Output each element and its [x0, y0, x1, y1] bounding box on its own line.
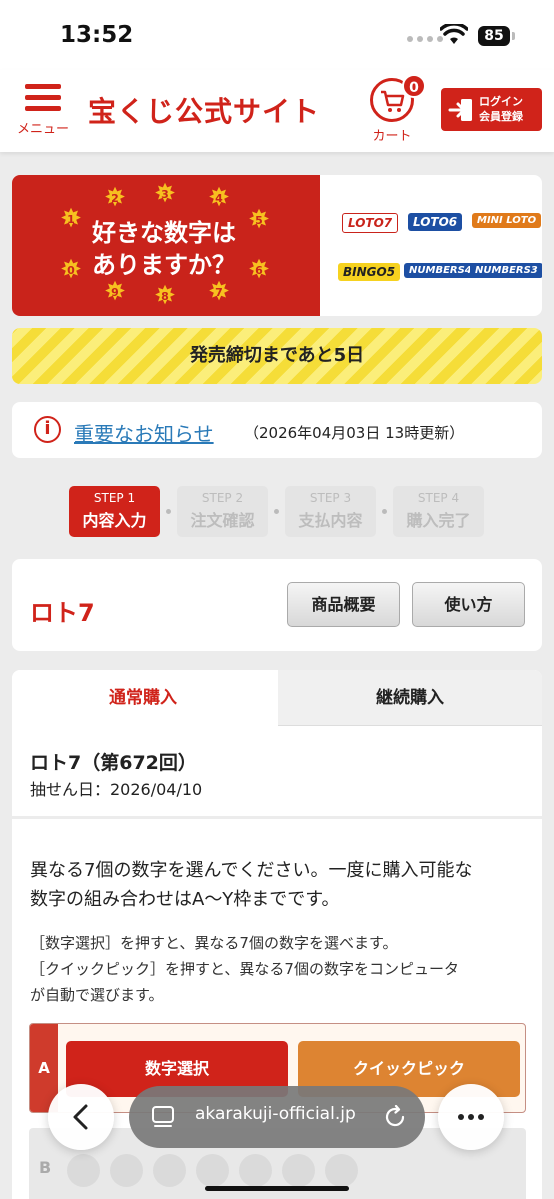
ball-star-icon: ✸ 2	[104, 183, 126, 213]
wifi-icon	[440, 24, 468, 44]
draw-date: 抽せん日：2026/04/10	[30, 780, 203, 799]
number-slot	[325, 1154, 358, 1187]
ball-star-icon: ✸ 6	[248, 255, 270, 285]
menu-button[interactable]: メニュー	[14, 84, 72, 137]
battery-icon: 85	[478, 26, 510, 46]
banner-headline: 好きな数字は ありますか？	[92, 219, 236, 279]
menu-label: メニュー	[16, 122, 69, 137]
product-overview-button[interactable]: 商品概要	[287, 582, 400, 627]
register-label: 会員登録	[479, 110, 523, 123]
page-menu-icon	[152, 1106, 174, 1127]
brand-logo-loto6: LOTO6	[408, 213, 463, 231]
number-slot	[110, 1154, 143, 1187]
brand-logo-miniloto: MINI LOTO	[472, 213, 542, 228]
step-2-confirm: STEP 2 注文確認	[177, 486, 268, 537]
ball-star-icon: ✸ 1	[60, 204, 82, 234]
ball-star-icon: ✸ 5	[248, 205, 270, 235]
more-options-button[interactable]	[438, 1084, 504, 1150]
number-slot	[67, 1154, 100, 1187]
brand-logo-numbers3: NUMBERS3	[470, 263, 542, 278]
site-header: メニュー 宝くじ公式サイト 0 カート ログイン 会員登録	[0, 70, 554, 152]
status-time: 13:52	[60, 22, 134, 48]
address-bar[interactable]: akarakuji-official.jp	[129, 1086, 425, 1148]
chevron-left-icon	[73, 1104, 88, 1130]
number-slot	[282, 1154, 315, 1187]
ball-star-icon: ✸ 9	[104, 277, 126, 307]
tab-normal-purchase[interactable]: 通常購入	[12, 670, 274, 726]
row-b-label: B	[39, 1158, 52, 1177]
tab-continuous-purchase[interactable]: 継続購入	[278, 670, 542, 726]
login-icon	[448, 99, 472, 121]
important-notice: i 重要なお知らせ （2026年04月03日 13時更新）	[12, 402, 542, 458]
cellular-dots-icon	[407, 36, 443, 42]
cart-count-badge: 0	[402, 74, 426, 98]
more-dots-icon	[458, 1114, 484, 1120]
important-notice-link[interactable]: 重要なお知らせ	[74, 418, 214, 447]
login-label: ログイン	[479, 95, 523, 108]
number-slot	[239, 1154, 272, 1187]
number-slot	[196, 1154, 229, 1187]
step-3-payment: STEP 3 支払内容	[285, 486, 376, 537]
reload-icon[interactable]	[383, 1105, 407, 1129]
back-button[interactable]	[48, 1084, 114, 1150]
instruction-sub: ［数字選択］を押すと、異なる7個の数字を選べます。 ［クイックピック］を押すと、異…	[30, 934, 459, 1004]
login-button[interactable]: ログイン 会員登録	[441, 88, 542, 131]
ball-star-icon: ✸ 8	[154, 281, 176, 311]
step-1-input: STEP 1 内容入力	[69, 486, 160, 537]
ball-star-icon: ✸ 0	[60, 255, 82, 285]
brand-logo-numbers4: NUMBERS4	[404, 263, 477, 278]
brand-logo-loto7: LOTO7	[342, 213, 399, 233]
promo-banner[interactable]: ✸ 1 ✸ 2 ✸ 3 ✸ 4 ✸ 5 ✸ 0 ✸ 6 ✸ 9 ✸ 8 ✸ 7 好きな数字は あります…	[12, 175, 542, 316]
how-to-use-button[interactable]: 使い方	[412, 582, 525, 627]
cart-button[interactable]: 0 カート	[364, 74, 426, 144]
sales-deadline-banner: 発売締切まであと5日	[12, 328, 542, 384]
status-bar: 13:52 85	[0, 0, 554, 70]
brand-logo-bingo5: BINGO5	[338, 263, 401, 281]
home-indicator	[205, 1186, 349, 1191]
ball-star-icon: ✸ 4	[208, 183, 230, 213]
product-title: ロト7	[30, 599, 95, 627]
ball-star-icon: ✸ 7	[208, 277, 230, 307]
cart-label: カート	[372, 129, 412, 144]
draw-title: ロト7（第672回）	[30, 752, 197, 774]
url-text: akarakuji-official.jp	[195, 1104, 356, 1124]
instruction-main: 異なる7個の数字を選んでください。一度に購入可能な 数字の組み合わせはA〜Y枠まで…	[30, 860, 473, 910]
product-header: ロト7 商品概要 使い方	[12, 559, 542, 651]
step-4-complete: STEP 4 購入完了	[393, 486, 484, 537]
number-slot	[153, 1154, 186, 1187]
info-icon: i	[34, 416, 61, 443]
hamburger-icon	[25, 84, 61, 112]
banner-red-panel: ✸ 1 ✸ 2 ✸ 3 ✸ 4 ✸ 5 ✸ 0 ✸ 6 ✸ 9 ✸ 8 ✸ 7 好きな数字は あります…	[12, 175, 320, 316]
notice-updated-date: （2026年04月03日 13時更新）	[244, 424, 465, 442]
ball-star-icon: ✸ 3	[154, 179, 176, 209]
site-logo[interactable]: 宝くじ公式サイト	[88, 90, 320, 130]
